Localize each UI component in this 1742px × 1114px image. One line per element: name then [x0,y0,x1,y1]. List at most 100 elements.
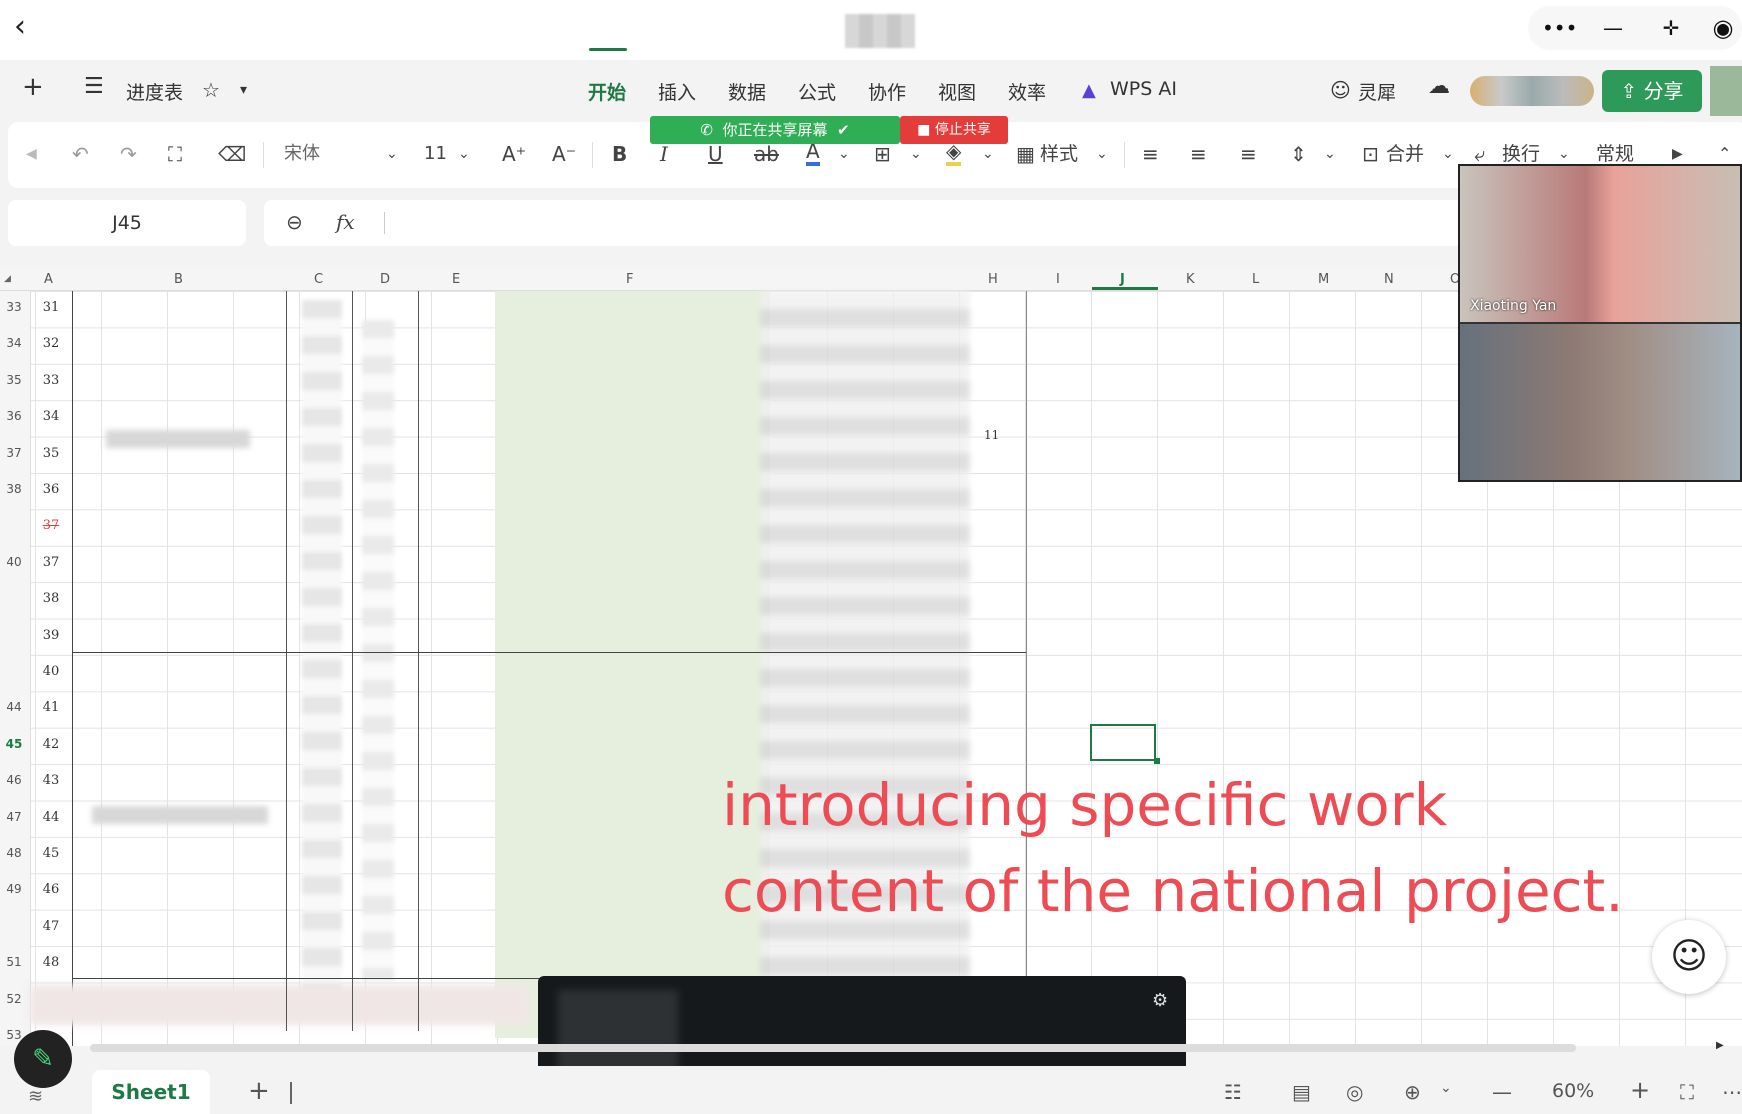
formula-bar[interactable]: ⊖ fx [264,200,1464,246]
column-header-active[interactable]: J [1120,272,1125,287]
zoom-out-button[interactable]: — [1492,1080,1512,1104]
tab-data[interactable]: 数据 [728,78,766,105]
selected-cell[interactable] [1090,724,1156,761]
chevron-down-icon[interactable]: ⌄ [1096,140,1108,168]
align-right-icon[interactable]: ≡ [1240,140,1257,168]
tab-view[interactable]: 视图 [938,78,976,105]
scroll-right-icon[interactable]: ▶ [1716,1040,1724,1051]
column-header[interactable]: L [1252,272,1259,287]
new-tab-button[interactable]: + [22,72,44,102]
row-header[interactable]: 44 [0,700,28,714]
layers-icon[interactable]: ≋ [28,1086,43,1107]
freeze-icon[interactable]: ⊕ [1404,1080,1421,1104]
row-number-cell[interactable]: 46 [30,882,72,897]
cell-value[interactable]: 11 [984,428,999,442]
row-header[interactable]: 34 [0,336,28,350]
row-number-cell[interactable]: 35 [30,446,72,461]
document-title[interactable]: 进度表 [126,78,183,105]
row-number-cell[interactable]: 36 [30,482,72,497]
row-number-cell[interactable]: 34 [30,409,72,424]
row-header[interactable]: 37 [0,446,28,460]
row-number-cell[interactable]: 44 [30,810,72,825]
row-header[interactable]: 51 [0,955,28,969]
row-header[interactable]: 49 [0,882,28,896]
share-button[interactable]: ⇪ 分享 [1602,70,1702,112]
row-number-cell[interactable]: 37 [30,518,72,533]
chevron-down-icon[interactable]: ⌄ [1442,140,1454,168]
underline-icon[interactable]: U [708,140,723,168]
chevron-down-icon[interactable]: ⌄ [982,140,994,168]
record-icon[interactable]: ◉ [1708,16,1738,40]
align-left-icon[interactable]: ≡ [1142,140,1159,168]
chevron-down-icon[interactable]: ▾ [240,82,247,98]
row-number-cell[interactable]: 37 [30,555,72,570]
row-number-cell[interactable]: 32 [30,336,72,351]
more-icon[interactable]: ⋯ [1722,1080,1742,1104]
row-number-cell[interactable]: 41 [30,700,72,715]
row-header[interactable]: 35 [0,373,28,387]
eye-icon[interactable]: ◎ [1346,1080,1363,1104]
cell-name-box[interactable]: J45 [8,200,246,246]
row-number-cell[interactable]: 43 [30,773,72,788]
row-number-cell[interactable]: 42 [30,737,72,752]
hamburger-icon[interactable]: ☰ [84,74,104,99]
row-header[interactable]: 45 [0,737,28,751]
row-header[interactable]: 47 [0,810,28,824]
toc-icon[interactable]: ☷ [1224,1080,1242,1104]
collaborator-avatars[interactable] [1470,76,1594,106]
row-header[interactable]: 36 [0,409,28,423]
column-header[interactable]: H [988,272,998,287]
merge-button[interactable]: 合并 [1386,140,1424,168]
video-panel[interactable]: Xiaoting Yan [1458,164,1742,482]
column-header[interactable]: A [44,272,53,287]
horizontal-scrollbar[interactable] [90,1044,1576,1052]
lingxi-button[interactable]: 灵犀 [1358,78,1396,105]
tab-collaborate[interactable]: 协作 [868,78,906,105]
tab-home[interactable]: 开始 [588,78,626,105]
chevron-down-icon[interactable]: ⌄ [838,140,850,168]
chevron-down-icon[interactable]: ⌄ [910,140,922,168]
assistant-mascot-icon[interactable]: ☺ [1652,920,1726,994]
italic-icon[interactable]: I [660,140,668,168]
chevron-down-icon[interactable]: ⌄ [1324,140,1336,168]
style-button[interactable]: 样式 [1040,140,1078,168]
minimize-icon[interactable]: — [1598,16,1628,40]
add-sheet-icon[interactable]: + [248,1076,270,1106]
pen-icon[interactable]: ✎ [14,1030,72,1088]
tab-efficiency[interactable]: 效率 [1008,78,1046,105]
row-number-cell[interactable]: 47 [30,919,72,934]
row-header[interactable]: 46 [0,773,28,787]
gear-icon[interactable]: ⚙ [1152,990,1168,1011]
format-painter-icon[interactable]: ⛶ [168,140,182,168]
border-icon[interactable]: ⊞ [874,140,891,168]
tab-wps-ai[interactable]: WPS AI [1110,78,1177,100]
row-number-cell[interactable]: 31 [30,300,72,315]
avatar[interactable] [1710,66,1742,116]
chevron-down-icon[interactable]: ⌄ [386,140,398,168]
stop-share-button[interactable]: ■ 停止共享 [900,116,1008,144]
font-size-select[interactable]: 11 [424,140,447,168]
chevron-left-icon[interactable]: ‹ [14,12,42,42]
column-header[interactable]: I [1056,272,1060,287]
column-header[interactable]: N [1384,272,1394,287]
column-header[interactable]: D [380,272,390,287]
fullscreen-icon[interactable]: ⛶ [1680,1080,1694,1104]
row-header[interactable]: 33 [0,300,28,314]
row-number-cell[interactable]: 38 [30,591,72,606]
undo-icon[interactable]: ↶ [72,140,89,168]
font-family-select[interactable]: 宋体 [284,140,320,168]
zoom-out-icon[interactable]: ⊖ [286,210,303,234]
row-number-cell[interactable]: 45 [30,846,72,861]
row-header[interactable]: 48 [0,846,28,860]
star-icon[interactable]: ☆ [202,78,220,102]
row-header[interactable]: 40 [0,555,28,569]
zoom-level[interactable]: 60% [1552,1080,1594,1102]
chevron-down-icon[interactable]: ⌄ [458,140,470,168]
row-number-cell[interactable]: 40 [30,664,72,679]
align-center-icon[interactable]: ≡ [1190,140,1207,168]
row-number-cell[interactable]: 39 [30,628,72,643]
tab-insert[interactable]: 插入 [658,78,696,105]
column-header[interactable]: M [1318,272,1329,287]
strikethrough-icon[interactable]: ab [754,140,779,168]
column-header[interactable]: B [174,272,183,287]
